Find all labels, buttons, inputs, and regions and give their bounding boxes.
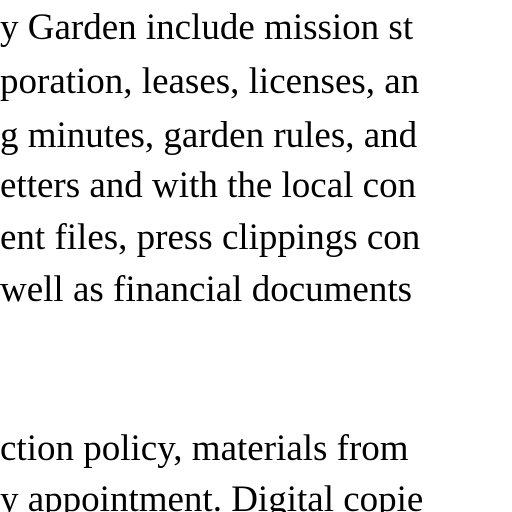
text-line: y Garden include mission st bbox=[0, 7, 414, 48]
document-page: y Garden include mission st poration, le… bbox=[0, 0, 512, 512]
text-line: y appointment. Digital copie bbox=[0, 479, 424, 512]
text-line: etters and with the local con bbox=[0, 165, 417, 206]
text-line: g minutes, garden rules, and bbox=[0, 115, 418, 156]
text-line: poration, leases, licenses, an bbox=[0, 61, 420, 102]
text-line: ent files, press clippings con bbox=[0, 217, 421, 258]
text-line: well as financial documents bbox=[0, 269, 413, 310]
text-line: ction policy, materials from bbox=[0, 428, 409, 469]
